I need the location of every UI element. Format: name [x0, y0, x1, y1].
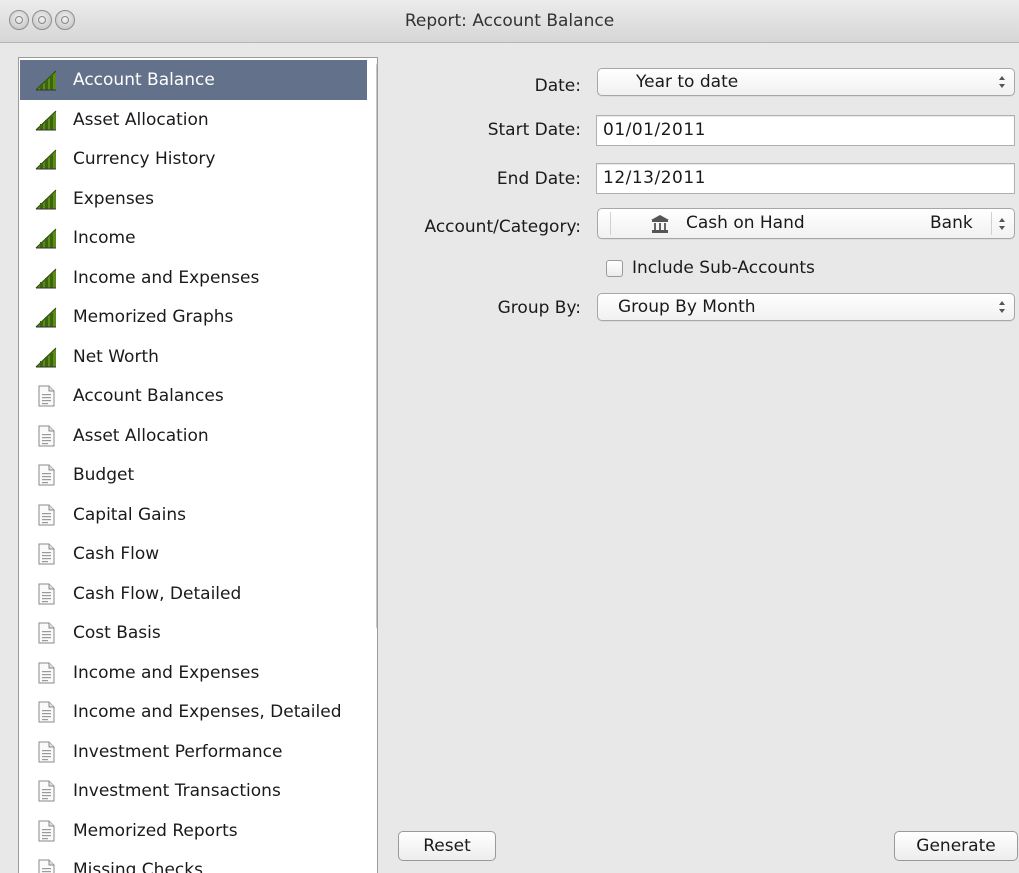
- report-document-icon: [34, 779, 58, 803]
- end-date-field[interactable]: 12/13/2011: [596, 163, 1015, 194]
- graph-icon: [34, 266, 58, 290]
- graph-icon: [34, 187, 58, 211]
- report-list-item[interactable]: Missing Checks: [20, 850, 367, 873]
- report-document-icon: [34, 740, 58, 764]
- report-list-item-label: Net Worth: [73, 346, 159, 367]
- report-document-icon: [34, 621, 58, 645]
- reset-button[interactable]: Reset: [398, 831, 496, 861]
- group-by-select[interactable]: Group By Month: [597, 293, 1015, 321]
- report-list-scrollbar[interactable]: [374, 61, 377, 811]
- include-sub-accounts-label[interactable]: Include Sub-Accounts: [632, 258, 815, 278]
- select-arrows-icon: [999, 301, 1005, 313]
- report-list-item-label: Capital Gains: [73, 504, 186, 525]
- date-label: Date:: [534, 76, 581, 96]
- start-date-field[interactable]: 01/01/2011: [596, 115, 1015, 146]
- title-bar: Report: Account Balance: [0, 0, 1019, 43]
- report-list-item[interactable]: Cash Flow, Detailed: [20, 574, 367, 614]
- report-list-item-label: Missing Checks: [73, 860, 203, 873]
- group-by-label: Group By:: [497, 298, 581, 318]
- date-range-value: Year to date: [636, 72, 739, 92]
- report-list-item-label: Cash Flow, Detailed: [73, 583, 242, 604]
- report-document-icon: [34, 542, 58, 566]
- report-list-item[interactable]: Cash Flow: [20, 534, 367, 574]
- date-range-select[interactable]: Year to date: [597, 68, 1015, 96]
- include-sub-accounts-checkbox[interactable]: [606, 260, 623, 277]
- report-list-item-label: Expenses: [73, 188, 154, 209]
- graph-icon: [34, 226, 58, 250]
- report-list-item[interactable]: Memorized Reports: [20, 811, 367, 851]
- report-list-item[interactable]: Income and Expenses: [20, 653, 367, 693]
- report-list-item[interactable]: Income: [20, 218, 367, 258]
- report-list-item[interactable]: Budget: [20, 455, 367, 495]
- report-document-icon: [34, 582, 58, 606]
- report-document-icon: [34, 463, 58, 487]
- report-document-icon: [34, 384, 58, 408]
- generate-button[interactable]: Generate: [894, 831, 1018, 861]
- report-list-item-label: Cost Basis: [73, 623, 161, 643]
- bank-icon: [651, 215, 669, 233]
- report-list-item-label: Income and Expenses: [73, 662, 260, 683]
- account-type: Bank: [930, 213, 973, 233]
- report-list-item[interactable]: Account Balances: [20, 376, 367, 416]
- report-list-item-label: Income and Expenses, Detailed: [73, 702, 342, 722]
- report-list-item-label: Budget: [73, 465, 135, 485]
- report-list-item[interactable]: Memorized Graphs: [20, 297, 367, 337]
- start-date-label: Start Date:: [487, 120, 581, 140]
- report-list-item[interactable]: Capital Gains: [20, 495, 367, 535]
- group-by-value: Group By Month: [618, 297, 756, 317]
- graph-icon: [34, 108, 58, 132]
- select-arrows-icon: [999, 218, 1005, 230]
- window-title: Report: Account Balance: [404, 11, 615, 31]
- report-document-icon: [34, 858, 58, 873]
- report-list-item-label: Income and Expenses: [73, 267, 260, 288]
- report-list-item-label: Currency History: [73, 149, 216, 169]
- graph-icon: [34, 305, 58, 329]
- account-category-select[interactable]: Cash on Hand Bank: [597, 208, 1015, 239]
- report-list-item[interactable]: Expenses: [20, 179, 367, 219]
- report-list-item[interactable]: Net Worth: [20, 337, 367, 377]
- report-list-item-label: Account Balances: [73, 386, 224, 406]
- report-list-item-label: Investment Transactions: [73, 781, 281, 801]
- report-list-item-label: Memorized Graphs: [73, 307, 234, 327]
- report-document-icon: [34, 424, 58, 448]
- report-list-item-label: Investment Performance: [73, 741, 283, 762]
- select-arrows-icon: [999, 76, 1005, 88]
- report-list-item[interactable]: Asset Allocation: [20, 100, 367, 140]
- report-document-icon: [34, 819, 58, 843]
- report-list-item[interactable]: Investment Performance: [20, 732, 367, 772]
- report-list-item-label: Asset Allocation: [73, 109, 209, 130]
- report-list-item[interactable]: Asset Allocation: [20, 416, 367, 456]
- report-list-item-label: Memorized Reports: [73, 820, 238, 841]
- report-document-icon: [34, 661, 58, 685]
- report-list-item[interactable]: Cost Basis: [20, 613, 367, 653]
- graph-icon: [34, 147, 58, 171]
- report-list-item[interactable]: Currency History: [20, 139, 367, 179]
- report-list-item-label: Account Balance: [73, 70, 215, 90]
- report-document-icon: [34, 503, 58, 527]
- report-list-item[interactable]: Income and Expenses: [20, 258, 367, 298]
- report-list-item[interactable]: Income and Expenses, Detailed: [20, 692, 367, 732]
- report-list[interactable]: Account Balance Asset Allocation Currency …: [18, 57, 378, 873]
- start-date-value: 01/01/2011: [603, 120, 706, 140]
- graph-icon: [34, 68, 58, 92]
- account-category-label: Account/Category:: [424, 217, 581, 237]
- report-document-icon: [34, 700, 58, 724]
- end-date-label: End Date:: [496, 169, 581, 189]
- report-list-item[interactable]: Account Balance: [20, 60, 367, 100]
- end-date-value: 12/13/2011: [603, 168, 706, 188]
- report-list-item-label: Asset Allocation: [73, 425, 209, 446]
- report-list-item-label: Income: [73, 228, 136, 248]
- report-list-item-label: Cash Flow: [73, 544, 160, 564]
- report-list-item[interactable]: Investment Transactions: [20, 771, 367, 811]
- account-value: Cash on Hand: [686, 213, 805, 233]
- scrollbar-thumb[interactable]: [376, 61, 377, 631]
- graph-icon: [34, 345, 58, 369]
